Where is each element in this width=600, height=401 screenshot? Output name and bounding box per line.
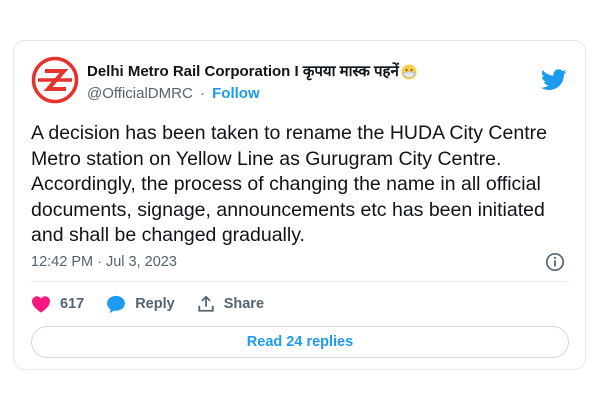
twitter-bird-icon[interactable]: [541, 69, 567, 91]
tweet-text: A decision has been taken to rename the …: [31, 122, 547, 246]
follow-button[interactable]: Follow: [212, 85, 260, 102]
share-label: Share: [223, 296, 265, 312]
reply-button[interactable]: Reply: [106, 295, 175, 314]
info-icon[interactable]: [545, 252, 565, 272]
tweet-meta-row: 12:42 PM · Jul 3, 2023: [31, 251, 569, 273]
like-button[interactable]: 617: [31, 295, 84, 313]
author-handle[interactable]: @OfficialDMRC: [87, 85, 193, 102]
author-display-name[interactable]: Delhi Metro Rail Corporation I कृपया मास…: [87, 62, 529, 82]
reply-label: Reply: [135, 296, 175, 312]
tweet-header: Delhi Metro Rail Corporation I कृपया मास…: [31, 53, 569, 113]
divider: [31, 281, 569, 282]
share-button[interactable]: Share: [197, 295, 264, 313]
mask-emoji: [401, 64, 417, 80]
reply-icon: [107, 295, 126, 313]
tweet-card: Delhi Metro Rail Corporation I कृपया मास…: [13, 40, 586, 370]
share-icon: [198, 295, 214, 312]
handle-row: @OfficialDMRC · Follow: [87, 84, 529, 104]
author-names: Delhi Metro Rail Corporation I कृपया मास…: [87, 62, 529, 104]
heart-icon: [32, 296, 50, 313]
dmrc-logo[interactable]: [31, 56, 79, 104]
author-display-name-text: Delhi Metro Rail Corporation I कृपया मास…: [87, 63, 399, 80]
like-count: 617: [60, 296, 85, 312]
handle-separator: ·: [199, 85, 205, 102]
read-replies-button[interactable]: Read 24 replies: [31, 326, 569, 358]
tweet-actions: 617 Reply Share: [31, 292, 286, 316]
tweet-timestamp[interactable]: 12:42 PM · Jul 3, 2023: [31, 254, 177, 270]
